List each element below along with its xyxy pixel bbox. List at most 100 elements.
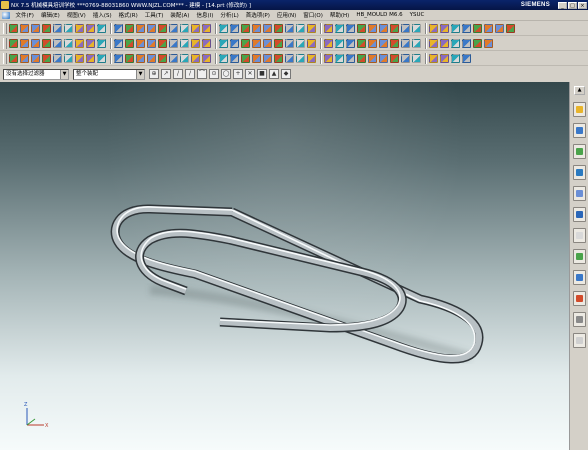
assembly-navigator-tab[interactable] [573,102,586,117]
toolbar-tool-icon[interactable] [252,38,261,48]
toolbar-tool-icon[interactable] [241,23,250,33]
process-studio-tab[interactable] [573,249,586,264]
toolbar-tool-icon[interactable] [219,38,228,48]
toolbar-tool-icon[interactable] [401,38,410,48]
menu-item[interactable]: 首选项(P) [242,11,273,19]
toolbar-tool-icon[interactable] [412,38,421,48]
toolbar-tool-icon[interactable] [296,38,305,48]
snap-point-icon[interactable]: ⊙ [209,69,219,79]
menu-item[interactable]: 编辑(E) [37,11,63,19]
toolbar-tool-icon[interactable] [180,38,189,48]
toolbar-tool-icon[interactable] [346,53,355,63]
toolbar-tool-icon[interactable] [219,53,228,63]
toolbar-tool-icon[interactable] [335,23,344,33]
toolbar-tool-icon[interactable] [285,23,294,33]
toolbar-tool-icon[interactable] [169,38,178,48]
toolbar-tool-icon[interactable] [462,38,471,48]
toolbar-tool-icon[interactable] [53,38,62,48]
toolbar-tool-icon[interactable] [324,38,333,48]
nx-menu-icon[interactable] [2,11,10,19]
toolbar-grip[interactable] [3,22,7,34]
toolbar-tool-icon[interactable] [252,23,261,33]
toolbar-tool-icon[interactable] [473,23,482,33]
menu-item[interactable]: 文件(F) [12,11,37,19]
toolbar-tool-icon[interactable] [252,53,261,63]
toolbar-tool-icon[interactable] [440,53,449,63]
toolbar-grip[interactable] [3,52,7,64]
toolbar-tool-icon[interactable] [274,38,283,48]
toolbar-tool-icon[interactable] [42,53,51,63]
type-filter-dropdown[interactable]: 没有选择过滤器 ▼ [3,68,69,80]
toolbar-tool-icon[interactable] [346,38,355,48]
snap-point-icon[interactable]: ⊕ [149,69,159,79]
toolbar-tool-icon[interactable] [230,53,239,63]
chevron-down-icon[interactable]: ▼ [60,69,68,79]
toolbar-tool-icon[interactable] [53,53,62,63]
toolbar-tool-icon[interactable] [125,38,134,48]
toolbar-tool-icon[interactable] [97,38,106,48]
toolbar-tool-icon[interactable] [53,23,62,33]
toolbar-tool-icon[interactable] [263,53,272,63]
toolbar-tool-icon[interactable] [75,38,84,48]
toolbar-grip[interactable] [3,37,7,49]
snap-point-icon[interactable]: / [173,69,183,79]
toolbar-tool-icon[interactable] [147,38,156,48]
toolbar-tool-icon[interactable] [412,53,421,63]
toolbar-tool-icon[interactable] [114,38,123,48]
paperclip-model[interactable]: Z X [0,82,569,450]
toolbar-tool-icon[interactable] [169,53,178,63]
toolbar-tool-icon[interactable] [64,53,73,63]
chevron-down-icon[interactable]: ▼ [136,69,144,79]
toolbar-tool-icon[interactable] [401,23,410,33]
toolbar-tool-icon[interactable] [125,23,134,33]
toolbar-tool-icon[interactable] [296,53,305,63]
menu-item[interactable]: 分析(L) [217,11,242,19]
toolbar-tool-icon[interactable] [440,38,449,48]
toolbar-tool-icon[interactable] [324,23,333,33]
toolbar-tool-icon[interactable] [451,38,460,48]
menu-item[interactable]: 插入(S) [89,11,115,19]
toolbar-tool-icon[interactable] [285,38,294,48]
snap-point-icon[interactable]: ■ [257,69,267,79]
toolbar-tool-icon[interactable] [169,23,178,33]
toolbar-tool-icon[interactable] [307,53,316,63]
menu-item[interactable]: 应用(N) [273,11,299,19]
toolbar-tool-icon[interactable] [20,53,29,63]
part-navigator-tab[interactable] [573,144,586,159]
toolbar-tool-icon[interactable] [64,23,73,33]
menu-item[interactable]: 工具(T) [141,11,167,19]
toolbar-tool-icon[interactable] [230,38,239,48]
toolbar-tool-icon[interactable] [86,38,95,48]
toolbar-tool-icon[interactable] [296,23,305,33]
menu-item[interactable]: 帮助(H) [326,11,352,19]
toolbar-tool-icon[interactable] [191,53,200,63]
toolbar-tool-icon[interactable] [274,53,283,63]
toolbar-tool-icon[interactable] [346,23,355,33]
toolbar-tool-icon[interactable] [158,38,167,48]
toolbar-tool-icon[interactable] [495,23,504,33]
toolbar-tool-icon[interactable] [241,38,250,48]
snap-point-icon[interactable]: ✕ [245,69,255,79]
toolbar-tool-icon[interactable] [9,53,18,63]
toolbar-tool-icon[interactable] [379,38,388,48]
system-materials-tab[interactable] [573,228,586,243]
toolbar-tool-icon[interactable] [31,53,40,63]
toolbar-tool-icon[interactable] [9,23,18,33]
toolbar-tool-icon[interactable] [75,23,84,33]
toolbar-tool-icon[interactable] [379,23,388,33]
toolbar-tool-icon[interactable] [412,23,421,33]
toolbar-tool-icon[interactable] [285,53,294,63]
snap-point-icon[interactable]: ∕ [185,69,195,79]
snap-point-icon[interactable]: ▲ [269,69,279,79]
toolbar-tool-icon[interactable] [506,23,515,33]
toolbar-tool-icon[interactable] [263,38,272,48]
toolbar-tool-icon[interactable] [429,23,438,33]
toolbar-tool-icon[interactable] [368,23,377,33]
toolbar-tool-icon[interactable] [379,53,388,63]
menu-item[interactable]: 信息(I) [193,11,217,19]
toolbar-tool-icon[interactable] [473,38,482,48]
toolbar-tool-icon[interactable] [368,53,377,63]
paperclip-inner-loop[interactable] [135,228,407,333]
snap-point-icon[interactable]: ◆ [281,69,291,79]
toolbar-tool-icon[interactable] [97,23,106,33]
